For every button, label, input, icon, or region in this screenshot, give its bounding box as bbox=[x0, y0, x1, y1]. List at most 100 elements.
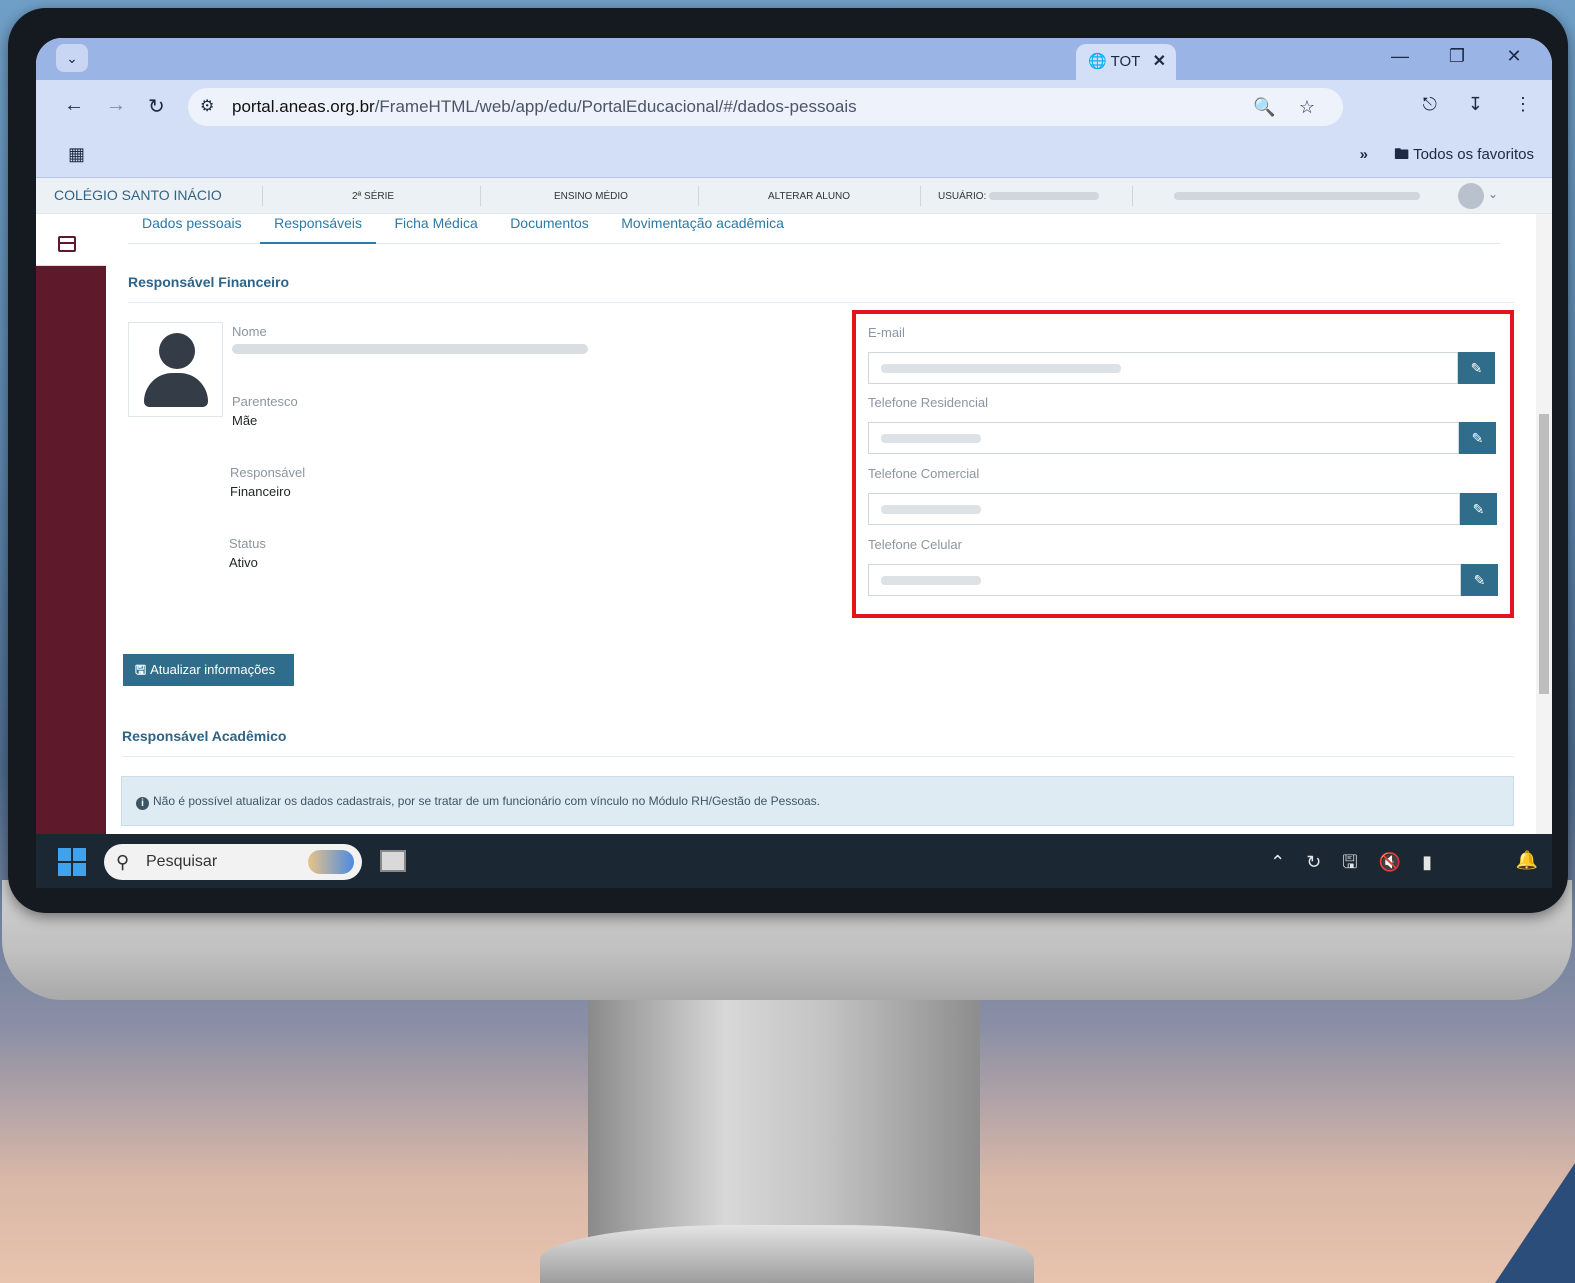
bookmarks-folder[interactable]: Todos os favoritos bbox=[1413, 146, 1534, 163]
eraser-icon: ✎ bbox=[1471, 430, 1484, 446]
search-icon: ⚲ bbox=[116, 852, 130, 872]
screen: ⌄ 🌐 TOT ✕ — ❐ ✕ ← → ↻ ⚙ portal.aneas.org… bbox=[36, 38, 1552, 888]
clear-telefone-celular-button[interactable]: ✎ bbox=[1461, 564, 1498, 596]
bookmark-star-icon[interactable]: ☆ bbox=[1299, 97, 1315, 117]
telefone-comercial-field[interactable] bbox=[868, 493, 1460, 525]
info-icon: i bbox=[136, 797, 149, 810]
tab-ficha-medica[interactable]: Ficha Médica bbox=[380, 214, 491, 244]
parentesco-label: Parentesco bbox=[232, 394, 298, 409]
status-label: Status bbox=[229, 536, 266, 551]
close-tab-icon[interactable]: ✕ bbox=[1153, 44, 1166, 80]
parentesco-value: Mãe bbox=[232, 413, 258, 428]
notification-bell-icon[interactable]: 🔔 bbox=[1516, 850, 1538, 871]
sidebar bbox=[36, 214, 106, 834]
student-name-redacted bbox=[1174, 191, 1420, 202]
change-student-link[interactable]: ALTERAR ALUNO bbox=[768, 191, 850, 202]
header-serie: 2ª SÉRIE bbox=[352, 191, 395, 202]
alert-text: Não é possível atualizar os dados cadast… bbox=[153, 794, 821, 808]
address-bar[interactable]: ⚙ portal.aneas.org.br/FrameHTML/web/app/… bbox=[188, 88, 1343, 126]
network-icon[interactable]: 🖫 bbox=[1342, 852, 1357, 872]
tab-search-button[interactable]: ⌄ bbox=[56, 44, 88, 72]
telefone-residencial-label: Telefone Residencial bbox=[868, 395, 988, 410]
tab-dados-pessoais[interactable]: Dados pessoais bbox=[128, 214, 256, 244]
volume-muted-icon[interactable]: 🔇 bbox=[1379, 852, 1401, 872]
header-ensino: ENSINO MÉDIO bbox=[554, 191, 628, 202]
update-info-label: Atualizar informações bbox=[150, 662, 276, 677]
restore-icon[interactable]: ❐ bbox=[1431, 46, 1483, 67]
eraser-icon: ✎ bbox=[1470, 360, 1483, 376]
save-icon: 🖫 bbox=[135, 662, 147, 677]
email-label: E-mail bbox=[868, 325, 905, 340]
school-name: COLÉGIO SANTO INÁCIO bbox=[54, 187, 222, 203]
download-icon[interactable]: ↧ bbox=[1468, 94, 1483, 114]
user-redacted bbox=[989, 192, 1100, 201]
site-settings-icon[interactable]: ⚙ bbox=[200, 88, 214, 126]
battery-icon[interactable]: ▮ bbox=[1422, 852, 1432, 872]
info-alert: i Não é possível atualizar os dados cadas… bbox=[121, 776, 1514, 826]
taskbar: ⚲ Pesquisar ⌃ ↻ 🖫 🔇 ▮ 🔔 bbox=[36, 834, 1552, 888]
chevron-down-icon[interactable]: ⌄ bbox=[1488, 187, 1498, 201]
page-scrollbar[interactable] bbox=[1536, 214, 1552, 834]
system-tray: ⌃ ↻ 🖫 🔇 ▮ bbox=[1254, 850, 1432, 880]
user-label: USUÁRIO: bbox=[938, 191, 1100, 202]
bookmarks-bar: ▦ » 🖿 Todos os favoritos bbox=[36, 132, 1552, 178]
show-hidden-icons-icon[interactable]: ⌃ bbox=[1270, 852, 1285, 872]
extension-tools: ⎋ ↧ ⋮ bbox=[1397, 94, 1532, 115]
telefone-celular-field[interactable] bbox=[868, 564, 1461, 596]
minimize-icon[interactable]: — bbox=[1374, 46, 1426, 67]
person-icon-body bbox=[144, 373, 208, 407]
window-controls: — ❐ ✕ bbox=[1374, 46, 1540, 67]
tab-responsaveis[interactable]: Responsáveis bbox=[260, 214, 377, 244]
url-path: /FrameHTML/web/app/edu/PortalEducacional… bbox=[374, 97, 857, 116]
clear-email-button[interactable]: ✎ bbox=[1458, 352, 1495, 384]
back-icon[interactable]: ← bbox=[64, 94, 84, 117]
clear-telefone-comercial-button[interactable]: ✎ bbox=[1460, 493, 1497, 525]
browser-tab[interactable]: 🌐 TOT ✕ bbox=[1076, 44, 1176, 80]
folder-icon: 🖿 bbox=[1394, 146, 1410, 163]
email-redacted bbox=[881, 364, 1121, 373]
apps-grid-icon[interactable]: ▦ bbox=[68, 144, 85, 165]
zoom-icon[interactable]: 🔍 bbox=[1253, 97, 1275, 117]
user-label-text: USUÁRIO: bbox=[938, 191, 987, 202]
extensions-icon[interactable]: ⎋ bbox=[1423, 94, 1437, 114]
sync-icon[interactable]: ↻ bbox=[1306, 852, 1321, 872]
browser-tabbar: ⌄ 🌐 TOT ✕ — ❐ ✕ bbox=[36, 38, 1552, 80]
search-highlight-image bbox=[308, 850, 354, 874]
clear-telefone-residencial-button[interactable]: ✎ bbox=[1459, 422, 1496, 454]
responsavel-label: Responsável bbox=[230, 465, 306, 480]
windows-start-icon[interactable] bbox=[58, 848, 86, 876]
email-field[interactable] bbox=[868, 352, 1458, 384]
tab-documentos[interactable]: Documentos bbox=[496, 214, 603, 244]
close-window-icon[interactable]: ✕ bbox=[1488, 46, 1540, 67]
taskbar-search[interactable]: ⚲ Pesquisar bbox=[104, 844, 362, 880]
nome-value-redacted bbox=[232, 344, 588, 354]
app-header: COLÉGIO SANTO INÁCIO 2ª SÉRIE ENSINO MÉD… bbox=[36, 178, 1552, 214]
person-icon-head bbox=[159, 333, 195, 369]
divider bbox=[480, 186, 481, 206]
scrollbar-thumb[interactable] bbox=[1539, 414, 1549, 694]
forward-icon[interactable]: → bbox=[106, 94, 126, 117]
divider bbox=[920, 186, 921, 206]
telefone-residencial-field[interactable] bbox=[868, 422, 1459, 454]
divider bbox=[1132, 186, 1133, 206]
reload-icon[interactable]: ↻ bbox=[148, 94, 165, 119]
user-avatar[interactable] bbox=[1458, 183, 1484, 209]
layout-icon[interactable] bbox=[58, 236, 76, 252]
section-tabs: Dados pessoais Responsáveis Ficha Médica… bbox=[128, 214, 1500, 244]
monitor-bezel: ⌄ 🌐 TOT ✕ — ❐ ✕ ← → ↻ ⚙ portal.aneas.org… bbox=[8, 8, 1568, 913]
phone-redacted bbox=[881, 505, 981, 514]
phone-redacted bbox=[881, 576, 981, 585]
url-host: portal.aneas.org.br bbox=[232, 97, 375, 116]
telefone-celular-label: Telefone Celular bbox=[868, 537, 962, 552]
phone-redacted bbox=[881, 434, 981, 443]
divider bbox=[698, 186, 699, 206]
more-bookmarks-icon[interactable]: » bbox=[1360, 146, 1368, 163]
monitor-stand bbox=[588, 1000, 980, 1245]
guardian-photo bbox=[128, 322, 223, 417]
menu-kebab-icon[interactable]: ⋮ bbox=[1514, 94, 1532, 114]
main-content: Dados pessoais Responsáveis Ficha Médica… bbox=[106, 214, 1536, 834]
tab-movimentacao[interactable]: Movimentação acadêmica bbox=[607, 214, 798, 244]
update-info-button[interactable]: 🖫 Atualizar informações bbox=[123, 654, 294, 686]
corner-decoration bbox=[1495, 1163, 1575, 1283]
task-view-icon[interactable] bbox=[380, 850, 406, 872]
